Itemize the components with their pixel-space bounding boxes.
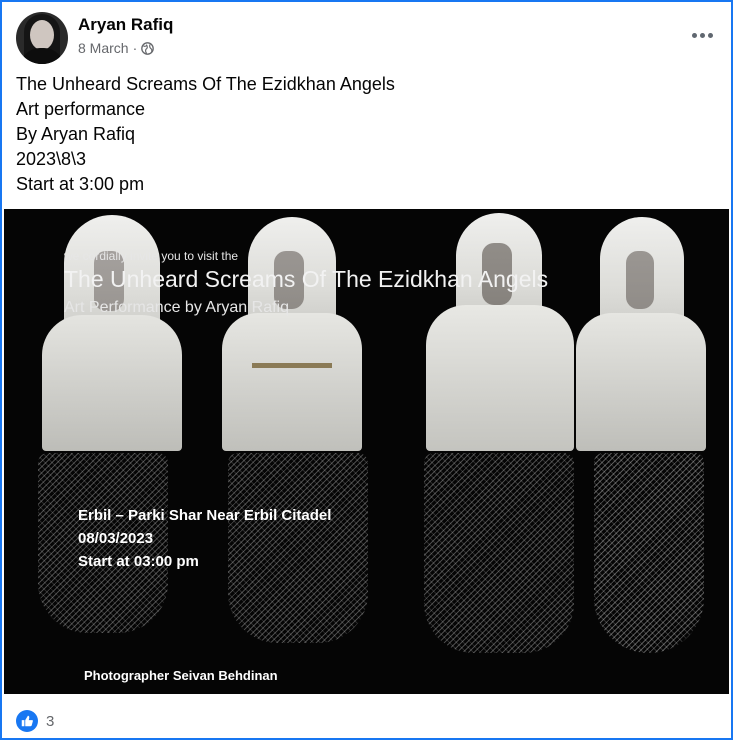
veiled-figure	[576, 217, 706, 451]
image-venue: Erbil – Parki Shar Near Erbil Citadel 08…	[78, 504, 331, 573]
post-image[interactable]: we cordially invite you to visit the The…	[4, 209, 729, 694]
venue-line: Erbil – Parki Shar Near Erbil Citadel	[78, 507, 332, 524]
post-date[interactable]: 8 March	[78, 40, 129, 56]
like-count[interactable]: 3	[46, 713, 54, 730]
image-title: The Unheard Screams Of The Ezidkhan Ange…	[64, 266, 549, 292]
caption-line: 2023\8\3	[16, 149, 87, 169]
post-card: Aryan Rafiq 8 March · The Unheard Scream…	[0, 0, 733, 740]
reactions-bar[interactable]: 3	[16, 708, 54, 734]
more-options-icon[interactable]	[687, 20, 717, 50]
like-icon[interactable]	[16, 710, 38, 732]
venue-line: Start at 03:00 pm	[78, 553, 199, 570]
image-invite-text: we cordially invite you to visit the	[64, 249, 239, 263]
figure-reflection	[594, 453, 704, 653]
image-subtitle: Art Performance by Aryan Rafiq	[64, 299, 289, 316]
post-header: Aryan Rafiq 8 March ·	[16, 10, 717, 66]
caption-line: By Aryan Rafiq	[16, 124, 136, 144]
caption-line: Start at 3:00 pm	[16, 174, 145, 194]
post-caption: The Unheard Screams Of The Ezidkhan Ange…	[16, 72, 717, 197]
meta-separator: ·	[132, 40, 138, 56]
caption-line: Art performance	[16, 99, 146, 119]
avatar[interactable]	[16, 12, 68, 64]
veiled-figure	[222, 217, 362, 451]
caption-line: The Unheard Screams Of The Ezidkhan Ange…	[16, 74, 395, 94]
venue-line: 08/03/2023	[78, 530, 154, 547]
veiled-figure	[426, 213, 574, 451]
figure-reflection	[424, 453, 574, 653]
image-credit: Photographer Seivan Behdinan	[84, 668, 278, 683]
post-meta: 8 March ·	[78, 40, 155, 56]
author-name[interactable]: Aryan Rafiq	[78, 15, 173, 35]
globe-icon[interactable]	[141, 41, 155, 55]
